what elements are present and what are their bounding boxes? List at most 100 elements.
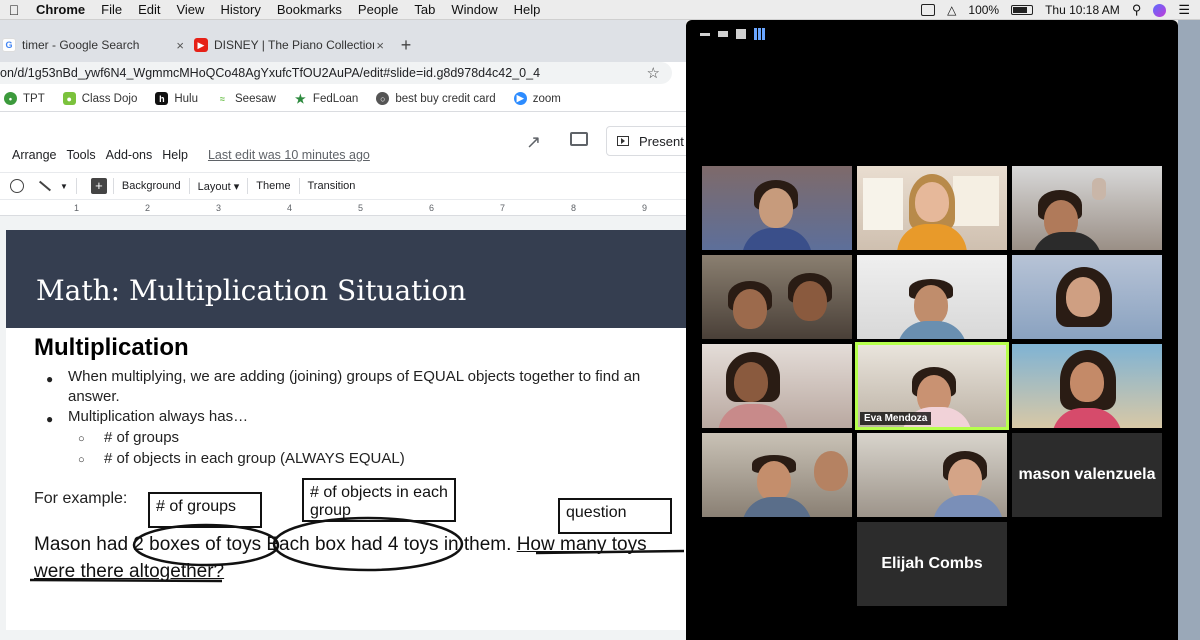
example-label[interactable]: For example: [34, 490, 127, 508]
gallery-view-icon[interactable] [754, 28, 766, 40]
strip-view-icon[interactable] [718, 31, 728, 37]
menu-help[interactable]: Help [506, 2, 549, 17]
menu-tab[interactable]: Tab [406, 2, 443, 17]
participant-video-tile[interactable] [857, 255, 1007, 339]
bookmark-star-icon[interactable]: ☆ [647, 64, 660, 82]
present-button[interactable]: Present [606, 126, 696, 156]
menu-edit[interactable]: Edit [130, 2, 168, 17]
slide-heading[interactable]: Multiplication [34, 334, 189, 362]
line-dropdown-icon[interactable]: ▼ [60, 182, 68, 191]
menu-window[interactable]: Window [443, 2, 505, 17]
participant-video-tile[interactable] [702, 433, 852, 517]
bookmark-label: best buy credit card [395, 92, 496, 105]
theme-button[interactable]: Theme [248, 180, 298, 192]
siri-icon[interactable] [1153, 3, 1167, 17]
address-bar[interactable]: on/d/1g53nBd_ywf6N4_WgmmcMHoQCo48AgYxufc… [0, 62, 672, 84]
close-icon[interactable]: × [376, 38, 384, 53]
bookmark-fedloan[interactable]: ★ FedLoan [293, 92, 358, 106]
bookmark-tpt[interactable]: • TPT [4, 92, 45, 105]
participant-body [933, 495, 1003, 517]
participant-face [814, 451, 848, 491]
participant-video-tile[interactable] [857, 433, 1007, 517]
example-sentence-line1[interactable]: Mason had 2 boxes of toys Each box had 4… [34, 534, 647, 556]
participant-name-tile[interactable]: mason valenzuela [1012, 433, 1162, 517]
menu-clock[interactable]: Thu 10:18 AM [1045, 3, 1120, 17]
zoom-tray-icon[interactable] [921, 4, 936, 16]
label-box-groups[interactable]: # of groups [148, 492, 262, 528]
present-label: Present [639, 133, 684, 149]
menu-add-ons[interactable]: Add-ons [106, 148, 153, 162]
menu-bookmarks[interactable]: Bookmarks [269, 2, 350, 17]
bookmark-seesaw[interactable]: ≈ Seesaw [216, 92, 276, 105]
transition-button[interactable]: Transition [300, 180, 364, 192]
label-box-question[interactable]: question [558, 498, 672, 534]
tab-timer-search[interactable]: G timer - Google Search × [0, 28, 192, 62]
tab-disney-piano[interactable]: ▶ DISNEY | The Piano Collections × [192, 28, 392, 62]
participant-video-tile[interactable] [1012, 166, 1162, 250]
menu-history[interactable]: History [212, 2, 268, 17]
menu-arrange[interactable]: Arrange [12, 148, 56, 162]
bullet-text[interactable]: When multiplying, we are adding (joining… [68, 368, 640, 385]
spotlight-icon[interactable]: ⚲ [1132, 2, 1142, 18]
menu-people[interactable]: People [350, 2, 406, 17]
menu-view[interactable]: View [168, 2, 212, 17]
bullet-text[interactable]: Multiplication always has… [68, 408, 248, 425]
menu-tools[interactable]: Tools [66, 148, 95, 162]
menu-help-slides[interactable]: Help [162, 148, 188, 162]
activity-trend-icon[interactable]: ↗ [526, 132, 541, 153]
ruler: 1 2 3 4 5 6 7 8 9 [0, 200, 686, 216]
participant-name-tile[interactable]: Elijah Combs [857, 522, 1007, 606]
ruler-mark: 4 [287, 203, 293, 213]
close-icon[interactable]: × [176, 38, 184, 53]
speaker-view-icon[interactable] [736, 29, 746, 39]
menu-file[interactable]: File [93, 2, 130, 17]
bookmark-hulu[interactable]: h Hulu [155, 92, 198, 105]
participant-body [742, 228, 812, 250]
example-sentence-line2[interactable]: were there altogether? [34, 561, 224, 583]
line-tool-icon[interactable] [38, 180, 52, 192]
new-slide-icon[interactable]: + [90, 178, 107, 194]
new-tab-plus-icon[interactable]: + [392, 35, 420, 56]
participant-video-tile[interactable] [702, 255, 852, 339]
underlined-question: How many toys [516, 534, 647, 555]
bookmark-label: TPT [23, 92, 45, 105]
participant-body [897, 224, 967, 250]
teacher-video-tile[interactable] [857, 166, 1007, 250]
zoom-meeting-window[interactable]: Eva Mendoza mason valenzuela Elijah Comb… [686, 20, 1178, 640]
last-edit-link[interactable]: Last edit was 10 minutes ago [208, 148, 370, 162]
background-button[interactable]: Background [114, 180, 189, 192]
active-speaker-tile[interactable]: Eva Mendoza [855, 342, 1009, 430]
bookmark-class-dojo[interactable]: ● Class Dojo [62, 92, 137, 105]
desktop-background [1178, 20, 1200, 640]
label-box-objects[interactable]: # of objects in each group [302, 478, 456, 522]
participant-face [915, 182, 949, 222]
slide[interactable]: Math: Multiplication Situation Multiplic… [6, 230, 696, 630]
bookmark-zoom[interactable]: ▶ zoom [513, 92, 561, 105]
bookmark-best-buy[interactable]: ○ best buy credit card [376, 92, 496, 105]
shape-tool-icon[interactable] [10, 179, 24, 193]
battery-icon[interactable] [1011, 5, 1034, 15]
minimize-view-icon[interactable] [700, 32, 710, 36]
participant-video-tile[interactable] [702, 344, 852, 428]
comments-icon[interactable] [570, 132, 588, 146]
participant-video-tile[interactable] [1012, 344, 1162, 428]
circled-groups: 2 boxes of toys [133, 534, 262, 555]
apple-icon[interactable]:  [0, 2, 28, 18]
menu-app-name[interactable]: Chrome [28, 2, 93, 17]
layout-button[interactable]: Layout ▾ [190, 180, 248, 193]
participant-face [914, 285, 948, 325]
wifi-icon[interactable]: △ [947, 3, 956, 17]
tab-title: timer - Google Search [22, 38, 140, 52]
sub-bullet-text[interactable]: # of groups [104, 429, 179, 446]
globe-icon: ○ [376, 92, 390, 105]
sub-bullet-text[interactable]: # of objects in each group (ALWAYS EQUAL… [104, 450, 405, 467]
participant-video-tile[interactable] [702, 166, 852, 250]
participant-face [1070, 362, 1104, 402]
slide-title[interactable]: Math: Multiplication Situation [36, 274, 466, 307]
zoom-view-controls [700, 28, 766, 40]
layout-label: Layout [197, 180, 231, 193]
participant-video-tile[interactable] [1012, 255, 1162, 339]
control-center-icon[interactable]: ☰ [1178, 2, 1190, 18]
sub-bullet-icon: ○ [78, 454, 85, 466]
bullet-text-cont[interactable]: answer. [68, 388, 120, 405]
